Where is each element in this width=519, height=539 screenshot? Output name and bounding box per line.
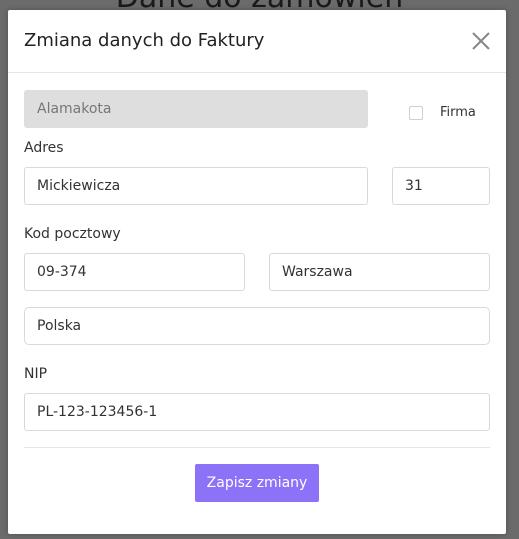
country-input[interactable]	[24, 307, 490, 345]
footer-divider	[24, 447, 490, 448]
nip-label: NIP	[24, 366, 48, 382]
nip-input[interactable]	[24, 393, 490, 431]
street-input[interactable]	[24, 167, 368, 205]
house-number-input[interactable]	[392, 167, 490, 205]
city-input[interactable]	[269, 253, 490, 291]
modal-header: Zmiana danych do Faktury	[8, 10, 506, 73]
save-changes-button[interactable]: Zapisz zmiany	[195, 464, 319, 502]
invoice-data-modal: Zmiana danych do Faktury Firma Adres Kod…	[8, 10, 506, 534]
close-icon[interactable]	[470, 30, 492, 52]
company-checkbox-label[interactable]: Firma	[440, 105, 476, 120]
name-input	[24, 90, 368, 128]
postal-code-input[interactable]	[24, 253, 245, 291]
modal-title: Zmiana danych do Faktury	[24, 30, 265, 51]
postal-code-label: Kod pocztowy	[24, 226, 121, 242]
company-checkbox[interactable]	[409, 106, 423, 120]
address-label: Adres	[24, 140, 64, 156]
